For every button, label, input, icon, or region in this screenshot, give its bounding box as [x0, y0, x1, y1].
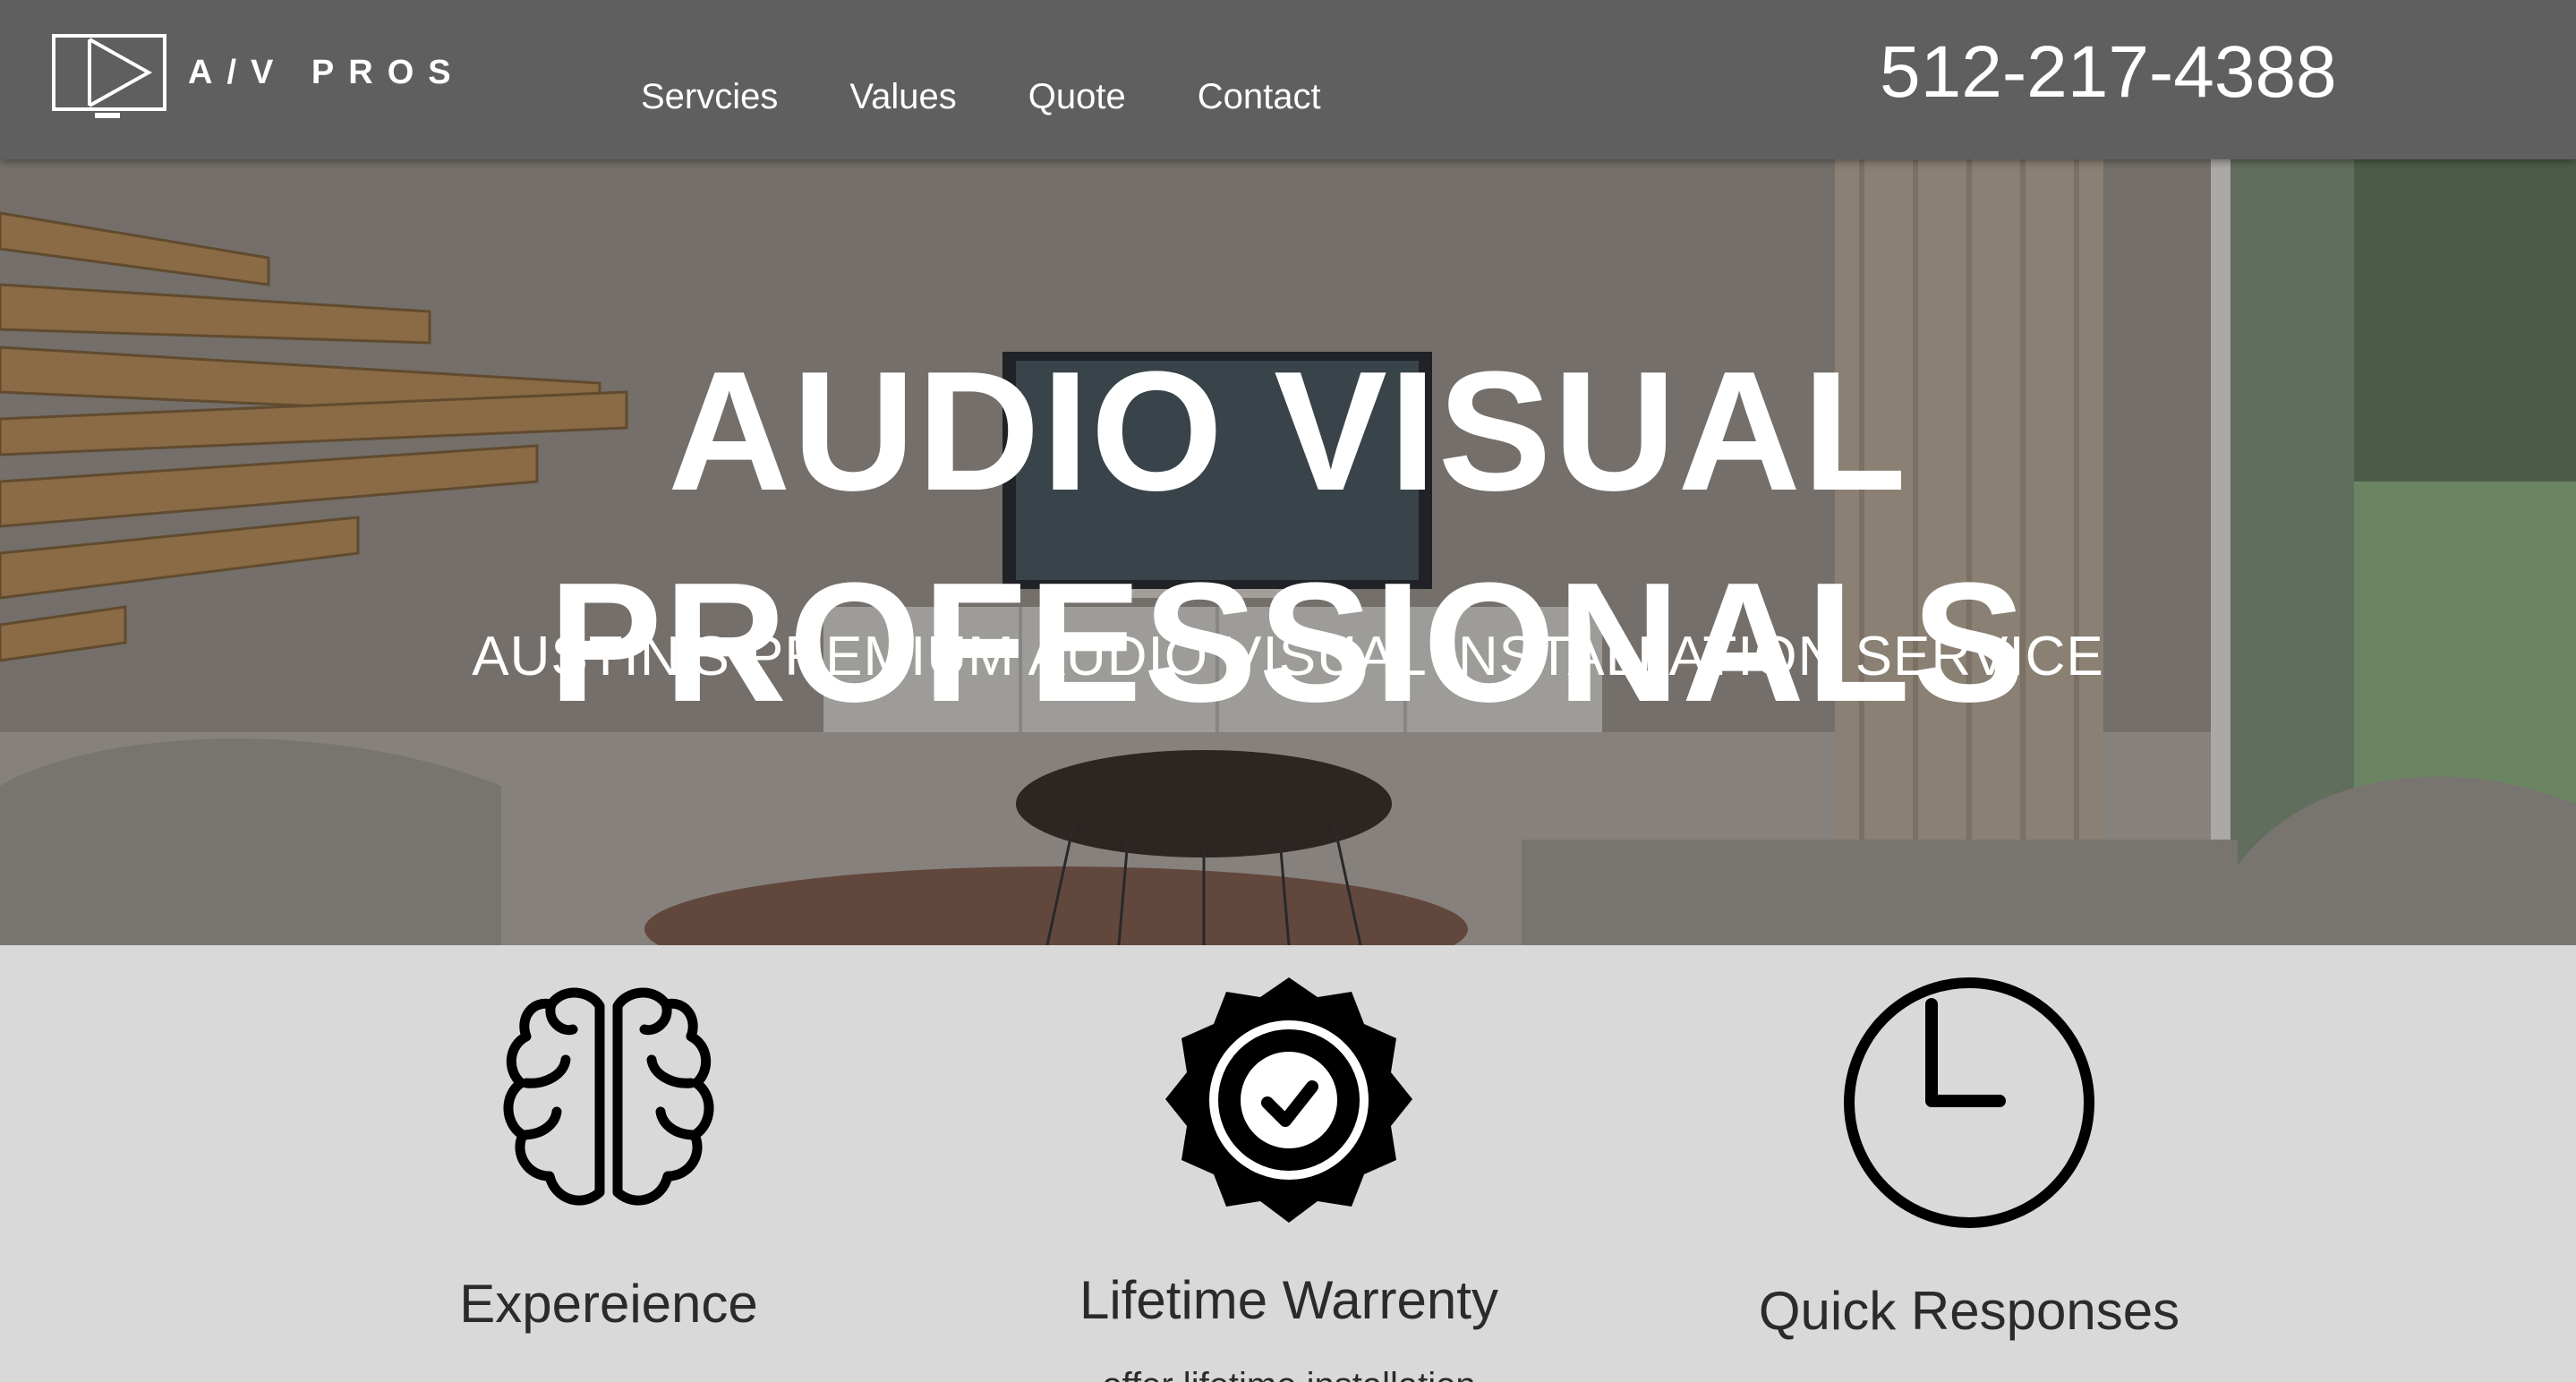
feature-label-quick-responses: Quick Responses [1758, 1281, 2180, 1341]
logo-text: A/V PROS [188, 54, 465, 91]
feature-desc-warranty: ...offer lifetime installation... [1020, 1366, 1557, 1382]
hero-subtitle: AUSTIN'S PREMIUM AUDIO VISUAL INSTALLATI… [472, 626, 2104, 687]
feature-label-experience: Expereience [459, 1274, 758, 1334]
site-header: A/V PROS Servcies Values Quote Contact 5… [0, 0, 2576, 159]
nav-link-quote[interactable]: Quote [1028, 77, 1126, 117]
feature-label-warranty: Lifetime Warrenty [1079, 1270, 1498, 1330]
phone-number[interactable]: 512-217-4388 [1880, 30, 2337, 115]
feature-quick-responses: Quick Responses [1701, 945, 2238, 1382]
main-nav: Servcies Values Quote Contact [641, 77, 1321, 117]
nav-link-values[interactable]: Values [849, 77, 956, 117]
feature-experience: Expereience [340, 945, 877, 1382]
feature-warranty: Lifetime Warrenty ...offer lifetime inst… [1020, 945, 1557, 1382]
badge-check-icon [1165, 977, 1412, 1223]
hero-section: AUDIO VISUAL PROFESSIONALS AUSTIN'S PREM… [0, 159, 2576, 945]
clock-icon [1844, 977, 2094, 1228]
logo-play-icon [52, 34, 166, 118]
page: A/V PROS Servcies Values Quote Contact 5… [0, 0, 2576, 1382]
logo[interactable]: A/V PROS [52, 34, 464, 120]
hero-title-line1: AUDIO VISUAL [668, 337, 1908, 527]
brain-icon [503, 987, 714, 1206]
nav-link-services[interactable]: Servcies [641, 77, 778, 117]
nav-link-contact[interactable]: Contact [1198, 77, 1321, 117]
features-section: Expereience Lifetime Warrenty ...offer l… [0, 945, 2576, 1382]
